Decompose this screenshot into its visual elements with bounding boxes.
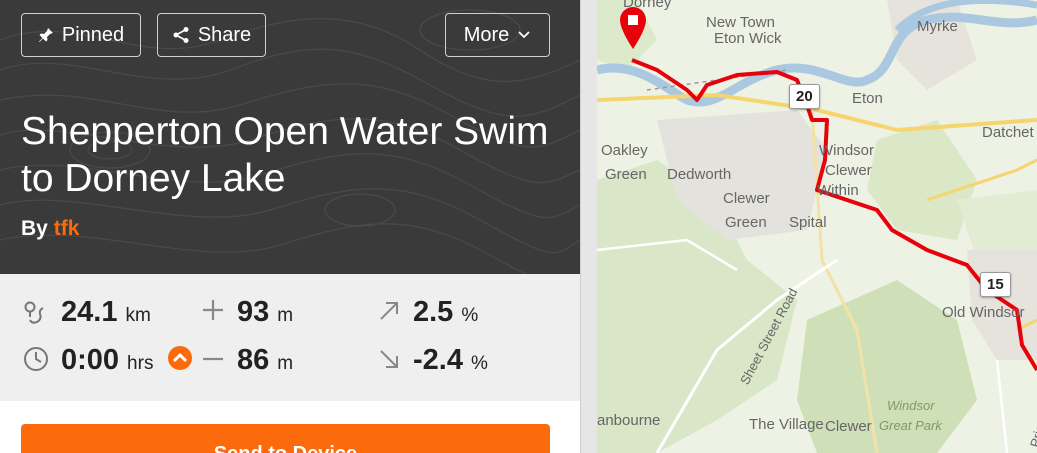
- map-label-oakley: Oakley: [601, 142, 648, 159]
- map-label-dorney: Dorney: [623, 0, 672, 11]
- duration-value: 0:00: [61, 344, 120, 376]
- min-grade-value: -2.4: [413, 344, 463, 376]
- panel-resize-handle[interactable]: [580, 0, 597, 453]
- map-label-myrke: Myrke: [917, 18, 958, 35]
- share-label: Share: [197, 23, 252, 46]
- distance-stat: 24.1 km: [61, 296, 151, 329]
- elevation-gain-stat: 93 m: [237, 296, 293, 329]
- map-label-within: Within: [817, 182, 859, 199]
- max-grade-value: 2.5: [413, 296, 454, 328]
- map-label-windsor-great-park-1: Windsor: [887, 398, 935, 413]
- author-link[interactable]: tfk: [54, 217, 80, 240]
- map-label-old-windsor: Old Windsor: [942, 304, 1025, 321]
- arrow-down-right-icon: [380, 350, 398, 368]
- pin-icon: [38, 28, 53, 42]
- duration-unit: hrs: [127, 353, 154, 374]
- route-header: Pinned Share More Shepperton Open Water …: [0, 0, 580, 274]
- max-grade-unit: %: [461, 305, 479, 326]
- more-label: More: [463, 23, 510, 46]
- distance-marker-15[interactable]: 15: [980, 272, 1011, 297]
- share-button[interactable]: Share: [157, 13, 266, 57]
- map-label-windsor: Windsor: [819, 142, 875, 159]
- map-label-eton: Eton: [852, 90, 883, 107]
- map-label-clewer-green-1: Clewer: [723, 190, 770, 207]
- distance-icon: [24, 301, 44, 324]
- route-details-panel: Pinned Share More Shepperton Open Water …: [0, 0, 580, 453]
- map-label-spital: Spital: [789, 214, 827, 231]
- route-title: Shepperton Open Water Swim to Dorney Lak…: [21, 110, 549, 200]
- elevation-gain-value: 93: [237, 296, 270, 328]
- max-grade-stat: 2.5 %: [413, 296, 478, 329]
- min-grade-unit: %: [470, 353, 488, 374]
- by-label: By: [21, 217, 48, 240]
- more-button[interactable]: More: [445, 13, 550, 57]
- map-label-windsor-great-park-2: Great Park: [879, 418, 942, 433]
- map-label-clewer-green-2: Green: [725, 214, 767, 231]
- pinned-label: Pinned: [61, 23, 125, 46]
- premium-badge-icon[interactable]: [168, 346, 192, 370]
- send-to-device-button[interactable]: Send to Device: [21, 424, 550, 453]
- minus-icon: [203, 357, 223, 361]
- map-label-eton-wick: Eton Wick: [714, 30, 782, 47]
- duration-stat: 0:00 hrs: [61, 344, 153, 377]
- map-label-winkfield: anbourne: [597, 412, 661, 429]
- share-icon: [173, 27, 189, 43]
- elevation-loss-stat: 86 m: [237, 344, 293, 377]
- min-grade-stat: -2.4 %: [413, 344, 488, 377]
- map-label-new-town: New Town: [706, 14, 775, 31]
- map-label-oakley-green: Green: [605, 166, 647, 183]
- distance-value: 24.1: [61, 296, 118, 328]
- elevation-loss-value: 86: [237, 344, 270, 376]
- distance-unit: km: [125, 305, 151, 326]
- route-map[interactable]: 20 15 Dorney New Town Eton Wick Myrke Et…: [597, 0, 1037, 453]
- elevation-loss-unit: m: [277, 353, 294, 374]
- map-label-datchet: Datchet: [982, 124, 1034, 141]
- chevron-down-icon: [518, 31, 530, 39]
- map-label-the-village: The Village: [749, 416, 824, 433]
- byline: By tfk: [21, 217, 79, 241]
- map-label-clewer-within: Clewer: [825, 162, 872, 179]
- route-start-pin-icon[interactable]: [619, 6, 647, 50]
- map-label-dedworth: Dedworth: [667, 166, 732, 183]
- arrow-up-right-icon: [380, 302, 398, 320]
- distance-marker-20[interactable]: 20: [789, 84, 820, 109]
- elevation-gain-unit: m: [277, 305, 294, 326]
- plus-icon: [203, 300, 223, 320]
- clock-icon: [24, 347, 48, 371]
- map-label-clewer: Clewer: [825, 418, 872, 435]
- route-stats: 24.1 km 93 m 2.5 % 0:00 hrs 86 m -2.4 %: [0, 274, 580, 401]
- pinned-button[interactable]: Pinned: [21, 13, 141, 57]
